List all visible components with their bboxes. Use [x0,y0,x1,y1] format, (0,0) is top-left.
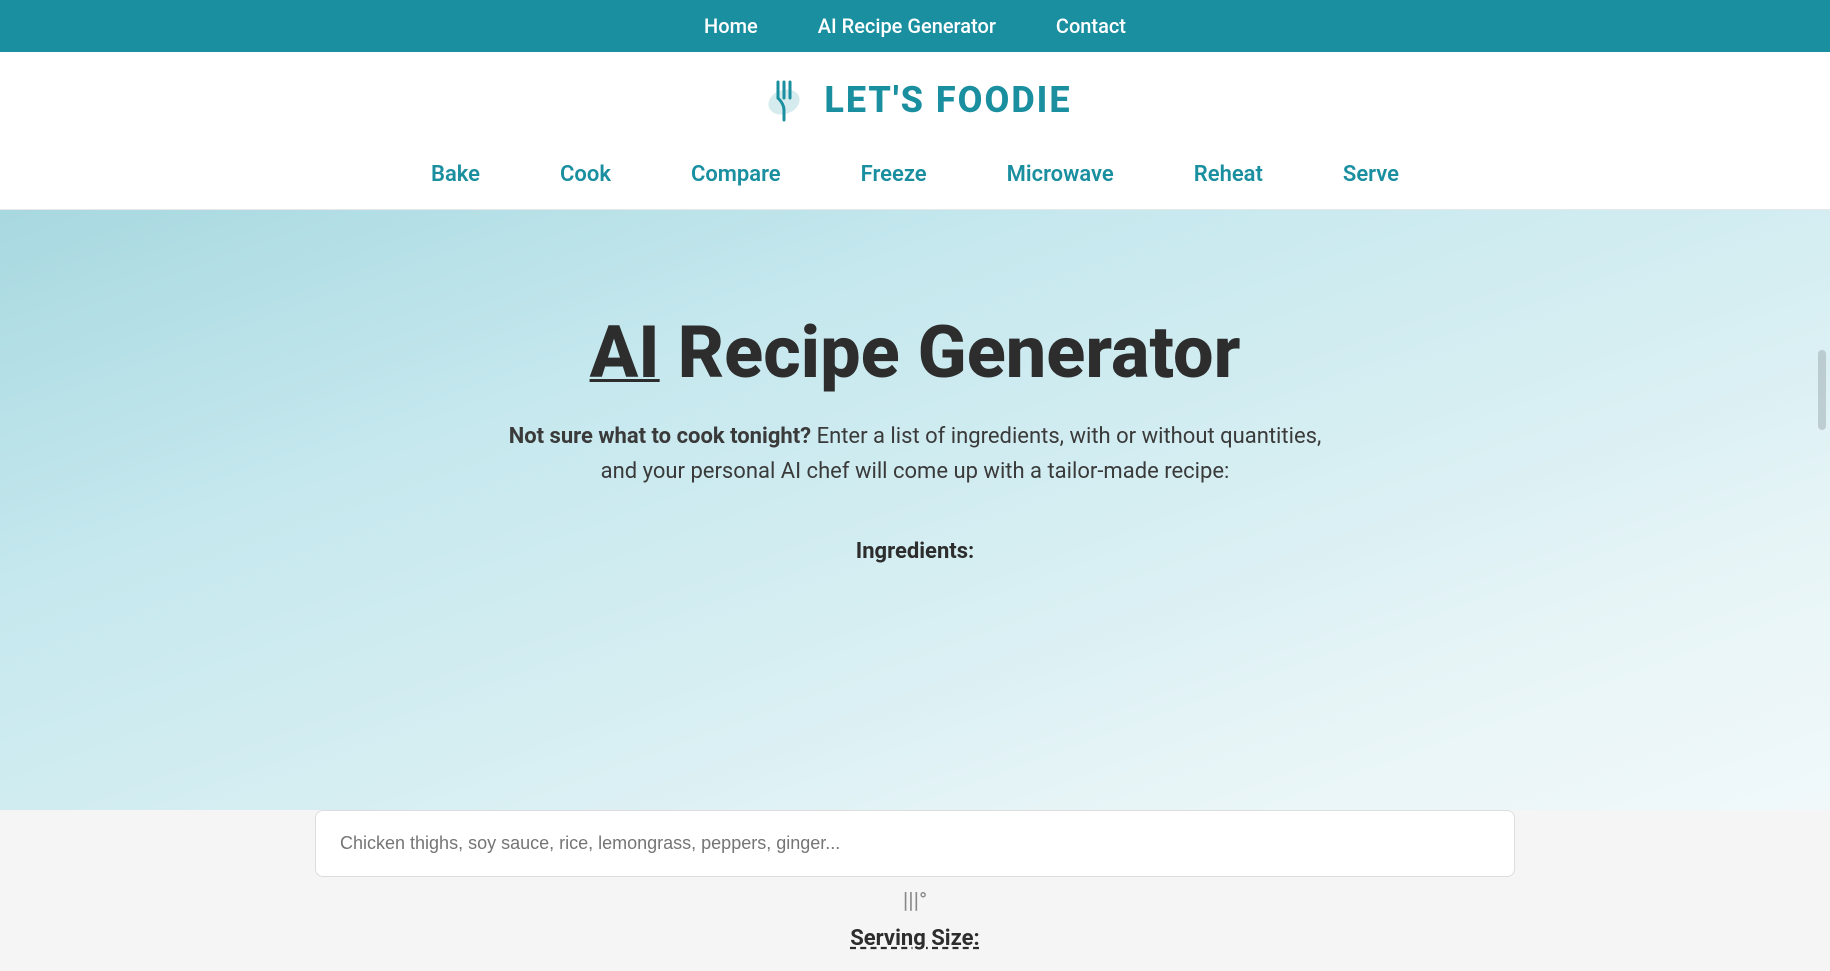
hero-subtitle-bold: Not sure what to cook tonight? [509,424,811,449]
category-navigation: Bake Cook Compare Freeze Microwave Rehea… [0,144,1830,210]
hero-title-ai: AI [590,310,660,395]
scrollbar[interactable] [1818,350,1826,430]
hero-title: AI Recipe Generator [590,310,1241,395]
hero-section: AI Recipe Generator Not sure what to coo… [0,210,1830,810]
nav-compare[interactable]: Compare [691,162,781,187]
nav-freeze[interactable]: Freeze [861,162,927,187]
nav-serve[interactable]: Serve [1343,162,1399,187]
logo-icon [758,74,810,126]
steam-icon: |||° [903,889,927,914]
nav-contact[interactable]: Contact [1056,14,1126,38]
nav-bake[interactable]: Bake [431,162,480,187]
site-logo-text: LET'S FOODIE [824,79,1071,121]
site-header: LET'S FOODIE [0,52,1830,144]
nav-ai-recipe-generator[interactable]: AI Recipe Generator [818,14,996,38]
ingredients-input[interactable] [315,810,1515,877]
nav-cook[interactable]: Cook [560,162,611,187]
hero-subtitle: Not sure what to cook tonight? Enter a l… [505,419,1325,489]
nav-home[interactable]: Home [704,14,758,38]
input-area: |||° Serving Size: [0,810,1830,971]
hero-title-rest: Recipe Generator [660,310,1241,395]
top-navigation: Home AI Recipe Generator Contact [0,0,1830,52]
ingredients-label: Ingredients: [856,539,974,564]
serving-size-label: Serving Size: [850,926,979,951]
nav-microwave[interactable]: Microwave [1007,162,1114,187]
nav-reheat[interactable]: Reheat [1194,162,1263,187]
